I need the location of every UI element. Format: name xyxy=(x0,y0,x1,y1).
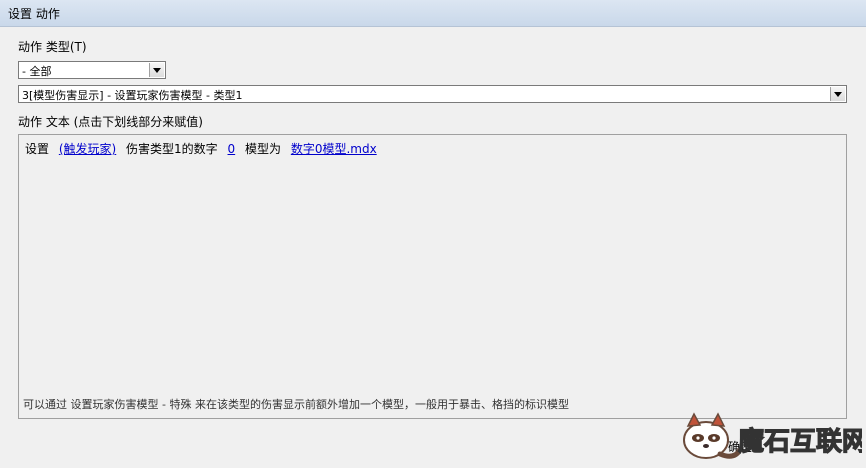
action-value: 3[模型伤害显示] - 设置玩家伤害模型 - 类型1 xyxy=(22,89,243,102)
action-text-label: 动作 文本 (点击下划线部分来赋值) xyxy=(18,115,203,129)
action-text-part: 模型为 xyxy=(244,142,281,156)
action-text-part: 伤害类型1的数字 xyxy=(126,142,218,156)
raccoon-icon xyxy=(683,412,743,459)
watermark-text: 魔石互联网 xyxy=(738,427,862,457)
dialog-body: 动作 类型(T) - 全部 3[模型伤害显示] - 设置玩家伤害模型 - 类型1… xyxy=(0,27,866,468)
action-text-box: 设置 (触发玩家) 伤害类型1的数字 0 模型为 数字0模型.mdx 可以通过 … xyxy=(18,134,847,419)
window-title: 设置 动作 xyxy=(8,7,60,21)
model-param-link[interactable]: 数字0模型.mdx xyxy=(291,142,377,156)
action-type-label: 动作 类型(T) xyxy=(18,40,87,54)
action-text-line: 设置 (触发玩家) 伤害类型1的数字 0 模型为 数字0模型.mdx xyxy=(25,140,383,157)
action-select[interactable]: 3[模型伤害显示] - 设置玩家伤害模型 - 类型1 xyxy=(18,85,847,103)
action-type-value: - 全部 xyxy=(22,65,52,78)
action-type-select[interactable]: - 全部 xyxy=(18,61,166,79)
watermark-logo: 魔石互联网 xyxy=(683,412,862,459)
player-param-link[interactable]: (触发玩家) xyxy=(59,142,116,156)
hint-text: 可以通过 设置玩家伤害模型 - 特殊 来在该类型的伤害显示前额外增加一个模型，一… xyxy=(23,398,569,411)
action-text-part: 设置 xyxy=(25,142,50,156)
chevron-down-icon[interactable] xyxy=(830,87,845,101)
chevron-down-icon[interactable] xyxy=(149,63,164,77)
title-bar: 设置 动作 xyxy=(0,0,866,27)
number-param-link[interactable]: 0 xyxy=(228,142,236,156)
